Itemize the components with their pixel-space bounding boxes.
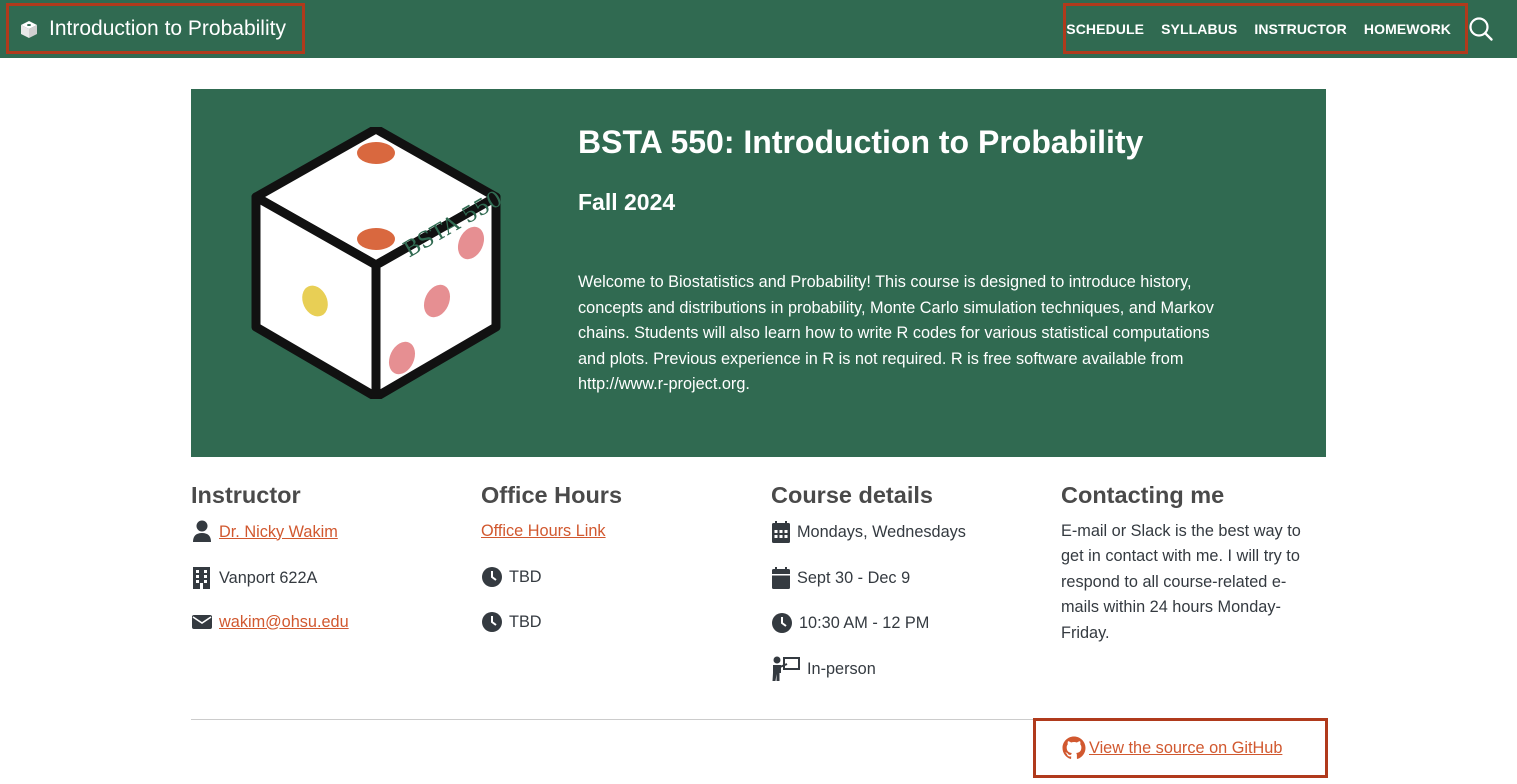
instructor-name-link[interactable]: Dr. Nicky Wakim: [219, 523, 338, 542]
contact-text: E-mail or Slack is the best way to get i…: [1061, 522, 1301, 642]
office-hours-slot-2-text: TBD: [509, 612, 542, 631]
instructor-email-link[interactable]: wakim@ohsu.edu: [219, 613, 349, 632]
course-dates: Sept 30 - Dec 9: [797, 568, 911, 587]
office-hours-slot-1-text: TBD: [509, 567, 542, 586]
instructor-heading: Instructor: [191, 482, 301, 508]
clock-icon: [482, 612, 502, 632]
nav-instructor[interactable]: INSTRUCTOR: [1254, 21, 1347, 37]
course-logo-dice: BSTA 550: [251, 127, 501, 399]
office-hours-slot-2: TBD: [481, 611, 542, 633]
course-time: 10:30 AM - 12 PM: [799, 613, 930, 632]
clock-icon: [772, 613, 792, 633]
course-dates-row: Sept 30 - Dec 9: [771, 566, 910, 590]
course-mode: In-person: [807, 659, 876, 678]
teacher-icon: [772, 656, 800, 681]
top-navbar: Introduction to Probability SCHEDULE SYL…: [0, 0, 1517, 58]
course-days: Mondays, Wednesdays: [797, 522, 966, 541]
course-details-section: Course details Mondays, Wednesdays Sept …: [771, 482, 1041, 681]
course-days-row: Mondays, Wednesdays: [771, 520, 966, 544]
dice-icon: [19, 19, 39, 39]
contact-heading: Contacting me: [1061, 482, 1225, 508]
instructor-section: Instructor Dr. Nicky Wakim Vanport 622A …: [191, 482, 461, 631]
instructor-email-row: wakim@ohsu.edu: [191, 612, 349, 632]
office-hours-section: Office Hours Office Hours Link TBD TBD: [481, 482, 751, 632]
brand-link[interactable]: Introduction to Probability: [6, 3, 305, 54]
course-mode-row: In-person: [771, 656, 876, 682]
instructor-office: Vanport 622A: [219, 568, 318, 587]
course-description: Welcome to Biostatistics and Probability…: [578, 273, 1214, 394]
clock-icon: [482, 567, 502, 587]
instructor-office-row: Vanport 622A: [191, 566, 317, 590]
building-icon: [193, 567, 210, 589]
nav-syllabus[interactable]: SYLLABUS: [1161, 21, 1237, 37]
course-time-row: 10:30 AM - 12 PM: [771, 612, 929, 634]
github-source-link[interactable]: View the source on GitHub: [1089, 739, 1282, 758]
calendar-grid-icon: [772, 521, 790, 543]
nav-homework[interactable]: HOMEWORK: [1364, 21, 1451, 37]
office-hours-link[interactable]: Office Hours Link: [481, 522, 606, 541]
instructor-name-row: Dr. Nicky Wakim: [191, 520, 338, 544]
office-hours-link-row: Office Hours Link: [481, 522, 606, 541]
envelope-icon: [192, 615, 212, 629]
hero-banner: BSTA 550 BSTA 550: Introduction to Proba…: [191, 89, 1326, 457]
nav-schedule[interactable]: SCHEDULE: [1066, 21, 1144, 37]
contact-section: Contacting me E-mail or Slack is the bes…: [1061, 482, 1331, 646]
person-icon: [193, 520, 211, 542]
term-subtitle: Fall 2024: [578, 189, 676, 215]
search-icon[interactable]: [1468, 16, 1494, 42]
calendar-icon: [772, 567, 790, 589]
course-details-heading: Course details: [771, 482, 933, 508]
github-footer: View the source on GitHub: [1033, 718, 1328, 778]
office-hours-slot-1: TBD: [481, 566, 542, 588]
page-title: BSTA 550: Introduction to Probability: [578, 124, 1144, 160]
github-icon[interactable]: [1062, 736, 1086, 760]
brand-title: Introduction to Probability: [49, 16, 286, 40]
office-hours-heading: Office Hours: [481, 482, 623, 508]
main-nav: SCHEDULE SYLLABUS INSTRUCTOR HOMEWORK: [1063, 3, 1468, 54]
